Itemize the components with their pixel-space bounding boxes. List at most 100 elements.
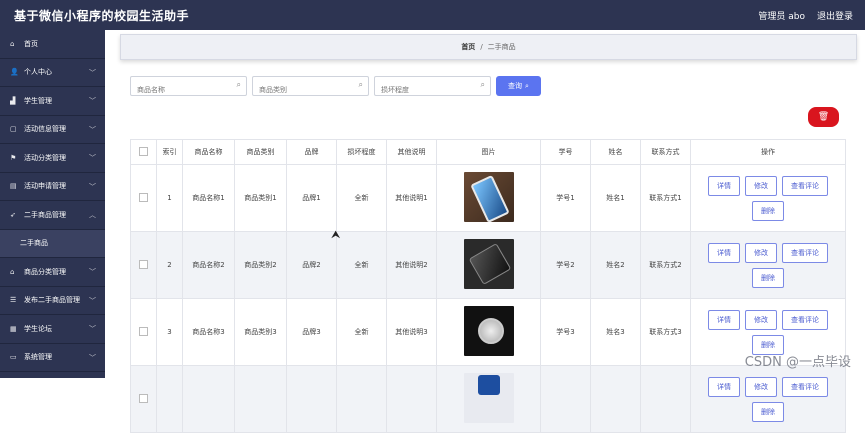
sidebar-item-label: 首页 [24,39,38,48]
select-all-checkbox[interactable] [139,146,148,156]
product-image [463,373,514,423]
review-button[interactable]: 查看评论 [782,175,828,196]
chevron-down-icon: ﹀ [89,353,96,362]
sidebar-item-1[interactable]: 👤 个人中心 ﹀ [0,59,105,87]
delete-button[interactable]: 删除 [752,401,784,422]
sidebar-item-8[interactable]: ⌂ 商品分类管理 ﹀ [0,258,105,287]
column-header: 姓名 [590,139,641,165]
cell-student_name: 姓名2 [590,231,641,299]
cell-condition: 全新 [336,164,387,232]
detail-button[interactable]: 详情 [708,309,740,330]
column-header: 图片 [436,139,541,165]
sidebar-item-0[interactable]: ⌂ 首页 [0,30,105,59]
cell-note: 其他说明2 [386,231,437,299]
product-name-input[interactable] [131,80,231,100]
cell-brand: 品牌3 [286,298,337,366]
checkbox-cell[interactable] [130,231,157,299]
edit-button[interactable]: 修改 [745,175,777,196]
row-checkbox[interactable] [139,393,148,403]
cell-image [436,298,541,366]
breadcrumb-home[interactable]: 首页 [461,42,475,52]
cell-index: 1 [156,164,183,232]
table-row: 3 商品名称3 商品类别3 品牌3 全新 其他说明3 学号3 姓名3 联系方式3 详情 修改 查看评论… [130,298,846,366]
row-actions: 详情 修改 查看评论删除 [692,175,844,221]
breadcrumb-current: 二手商品 [487,43,516,51]
cell-note [386,365,437,433]
cell-condition: 全新 [336,298,387,366]
sidebar-item-10[interactable]: ▦ 学生论坛 ﹀ [0,315,105,344]
column-header: 品牌 [286,139,337,165]
table-row: 1 商品名称1 商品类别1 品牌1 全新 其他说明1 学号1 姓名1 联系方式1 详情 修改 查看评论… [130,164,846,232]
sidebar-item-6[interactable]: ➶ 二手商品管理 ︿ [0,201,105,230]
checkbox-cell[interactable] [130,365,157,433]
detail-button[interactable]: 详情 [708,175,740,196]
product-category-search[interactable]: ⌕ [252,76,369,100]
product-category-input[interactable] [253,80,353,100]
cell-index: 3 [156,298,183,366]
sidebar-item-label: 个人中心 [24,68,52,77]
product-name-search[interactable]: ⌕ [130,76,247,100]
sidebar-subitem-secondhand-goods[interactable]: 二手商品 [0,229,105,258]
current-user: 管理员 abo [758,12,805,22]
cell-contact: 联系方式3 [640,298,691,366]
cell-name: 商品名称2 [182,231,235,299]
chevron-down-icon: ﹀ [89,296,96,305]
delete-button[interactable]: 删除 [752,200,784,221]
query-button[interactable]: 查询 ⌕ [496,76,541,96]
product-image [463,239,514,289]
cell-student_name: 姓名1 [590,164,641,232]
product-image [463,306,514,356]
condition-input[interactable] [375,80,475,100]
product-photo [477,375,500,395]
cell-index: 2 [156,231,183,299]
send-icon: ➶ [10,210,16,219]
detail-button[interactable]: 详情 [708,242,740,263]
cell-note: 其他说明3 [386,298,437,366]
sidebar-item-3[interactable]: ▢ 活动信息管理 ﹀ [0,116,105,144]
chevron-down-icon: ﹀ [89,154,96,162]
row-checkbox[interactable] [139,192,148,202]
query-label: 查询 [508,82,523,90]
cell-image [436,365,541,433]
chevron-down-icon: ﹀ [89,97,96,105]
sidebar: ⌂ 首页 👤 个人中心 ﹀ ▟ 学生管理 ﹀ ▢ 活动信息管理 ﹀ ⚑ 活动分类管理 ﹀ ▤ 活动申请管理 ﹀ ➶… [0,30,105,378]
column-header: 学号 [540,139,591,165]
checkbox-cell[interactable] [130,298,157,366]
table-row: 2 商品名称2 商品类别2 品牌2 全新 其他说明2 学号2 姓名2 联系方式2 详情 修改 查看评论… [130,231,846,299]
review-button[interactable]: 查看评论 [782,309,828,330]
cell-student_no: 学号3 [540,298,591,366]
condition-search[interactable]: ⌕ [374,76,491,100]
cell-name [182,365,235,433]
home-icon: ⌂ [10,39,15,48]
row-checkbox[interactable] [139,326,148,336]
bulk-delete-button[interactable]: 🗑 [808,107,839,127]
select-all-header[interactable] [130,139,157,165]
cell-contact: 联系方式1 [640,164,691,232]
product-photo [477,318,504,344]
detail-button[interactable]: 详情 [708,376,740,397]
sidebar-item-11[interactable]: ▭ 系统管理 ﹀ [0,344,105,372]
sidebar-item-label: 二手商品管理 [24,210,66,219]
breadcrumb: 首页 / 二手商品 [120,34,857,60]
sidebar-item-label: 商品分类管理 [24,267,66,276]
row-checkbox[interactable] [139,259,148,269]
sidebar-item-9[interactable]: ☰ 发布二手商品管理 ﹀ [0,287,105,315]
row-actions: 详情 修改 查看评论删除 [692,242,844,288]
logout-link[interactable]: 退出登录 [817,9,853,22]
checkbox-cell[interactable] [130,164,157,232]
edit-button[interactable]: 修改 [745,376,777,397]
cell-image [436,164,541,232]
table-row: 详情 修改 查看评论删除 [130,365,846,433]
sidebar-item-5[interactable]: ▤ 活动申请管理 ﹀ [0,173,105,201]
sidebar-item-2[interactable]: ▟ 学生管理 ﹀ [0,87,105,116]
edit-button[interactable]: 修改 [745,242,777,263]
cell-category: 商品类别3 [234,298,287,366]
edit-button[interactable]: 修改 [745,309,777,330]
sidebar-item-4[interactable]: ⚑ 活动分类管理 ﹀ [0,144,105,173]
delete-button[interactable]: 删除 [752,267,784,288]
user-icon: 👤 [10,68,19,77]
review-button[interactable]: 查看评论 [782,376,828,397]
review-button[interactable]: 查看评论 [782,242,828,263]
cell-student_name [590,365,641,433]
cell-note: 其他说明1 [386,164,437,232]
